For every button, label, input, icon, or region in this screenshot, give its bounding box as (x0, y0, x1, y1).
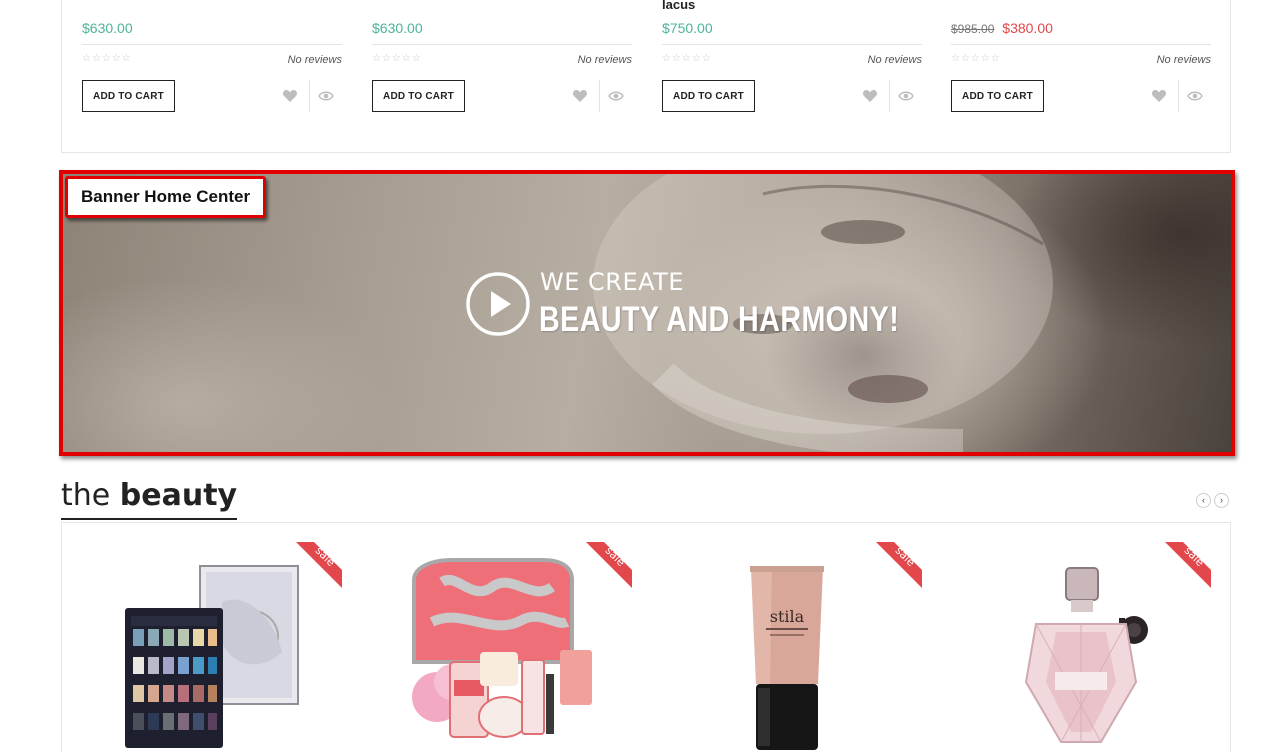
heart-icon[interactable] (1151, 88, 1167, 104)
sale-price: $380.00 (1002, 20, 1053, 36)
price-line: $985.00 $380.00 (951, 20, 1211, 45)
play-icon[interactable] (465, 271, 531, 337)
top-product-grid: $630.00 ☆☆☆☆☆ No reviews ADD TO CART $63… (61, 0, 1231, 153)
add-to-cart-button[interactable]: ADD TO CART (951, 80, 1044, 112)
add-to-cart-button[interactable]: ADD TO CART (372, 80, 465, 112)
banner-headline: BEAUTY AND HARMONY! (539, 300, 900, 339)
product-card: $630.00 ☆☆☆☆☆ No reviews ADD TO CART (372, 0, 632, 150)
product-name[interactable]: lacus (662, 0, 695, 12)
product-card: $630.00 ☆☆☆☆☆ No reviews ADD TO CART (82, 0, 342, 150)
add-to-cart-button[interactable]: ADD TO CART (82, 80, 175, 112)
rating-stars: ☆☆☆☆☆ (951, 53, 1001, 64)
banner-tag-label: Banner Home Center (65, 176, 267, 218)
old-price: $985.00 (951, 22, 995, 36)
product-price: $630.00 (82, 20, 133, 36)
next-arrow-button[interactable]: › (1214, 493, 1229, 508)
product-card[interactable]: sale (82, 542, 342, 752)
product-price: $750.00 (662, 20, 713, 36)
sale-ribbon: sale (876, 542, 922, 588)
svg-text:stila: stila (770, 607, 805, 626)
section-title-light: the (61, 478, 111, 513)
section-title-bold: beauty (119, 478, 238, 513)
beauty-product-grid: sale sale stila sale sale (61, 522, 1231, 752)
rating-stars: ☆☆☆☆☆ (372, 53, 422, 64)
product-card[interactable]: sale (951, 542, 1211, 752)
price-line: $750.00 (662, 20, 922, 45)
banner-subtitle: WE CREATE (540, 268, 684, 296)
price-line: $630.00 (82, 20, 342, 45)
eye-icon[interactable] (898, 89, 914, 103)
heart-icon[interactable] (862, 88, 878, 104)
home-center-banner[interactable]: Banner Home Center WE CREATE BEAUTY AND … (59, 170, 1235, 456)
eye-icon[interactable] (318, 89, 334, 103)
product-price: $630.00 (372, 20, 423, 36)
add-to-cart-button[interactable]: ADD TO CART (662, 80, 755, 112)
reviews-label: No reviews (577, 54, 632, 66)
eye-icon[interactable] (1187, 89, 1203, 103)
divider (309, 80, 310, 112)
divider (599, 80, 600, 112)
product-card: $985.00 $380.00 ☆☆☆☆☆ No reviews ADD TO … (951, 0, 1211, 150)
product-card: lacus $750.00 ☆☆☆☆☆ No reviews ADD TO CA… (662, 0, 922, 150)
rating-stars: ☆☆☆☆☆ (82, 53, 132, 64)
reviews-label: No reviews (287, 54, 342, 66)
heart-icon[interactable] (572, 88, 588, 104)
reviews-label: No reviews (1156, 54, 1211, 66)
product-card[interactable]: sale (372, 542, 632, 752)
sale-ribbon: sale (586, 542, 632, 588)
divider (1178, 80, 1179, 112)
product-card[interactable]: stila sale (662, 542, 922, 752)
heart-icon[interactable] (282, 88, 298, 104)
sale-ribbon: sale (1165, 542, 1211, 588)
prev-arrow-button[interactable]: ‹ (1196, 493, 1211, 508)
section-title: the beauty (61, 478, 238, 520)
reviews-label: No reviews (867, 54, 922, 66)
sale-ribbon: sale (296, 542, 342, 588)
rating-stars: ☆☆☆☆☆ (662, 53, 712, 64)
eye-icon[interactable] (608, 89, 624, 103)
divider (889, 80, 890, 112)
price-line: $630.00 (372, 20, 632, 45)
